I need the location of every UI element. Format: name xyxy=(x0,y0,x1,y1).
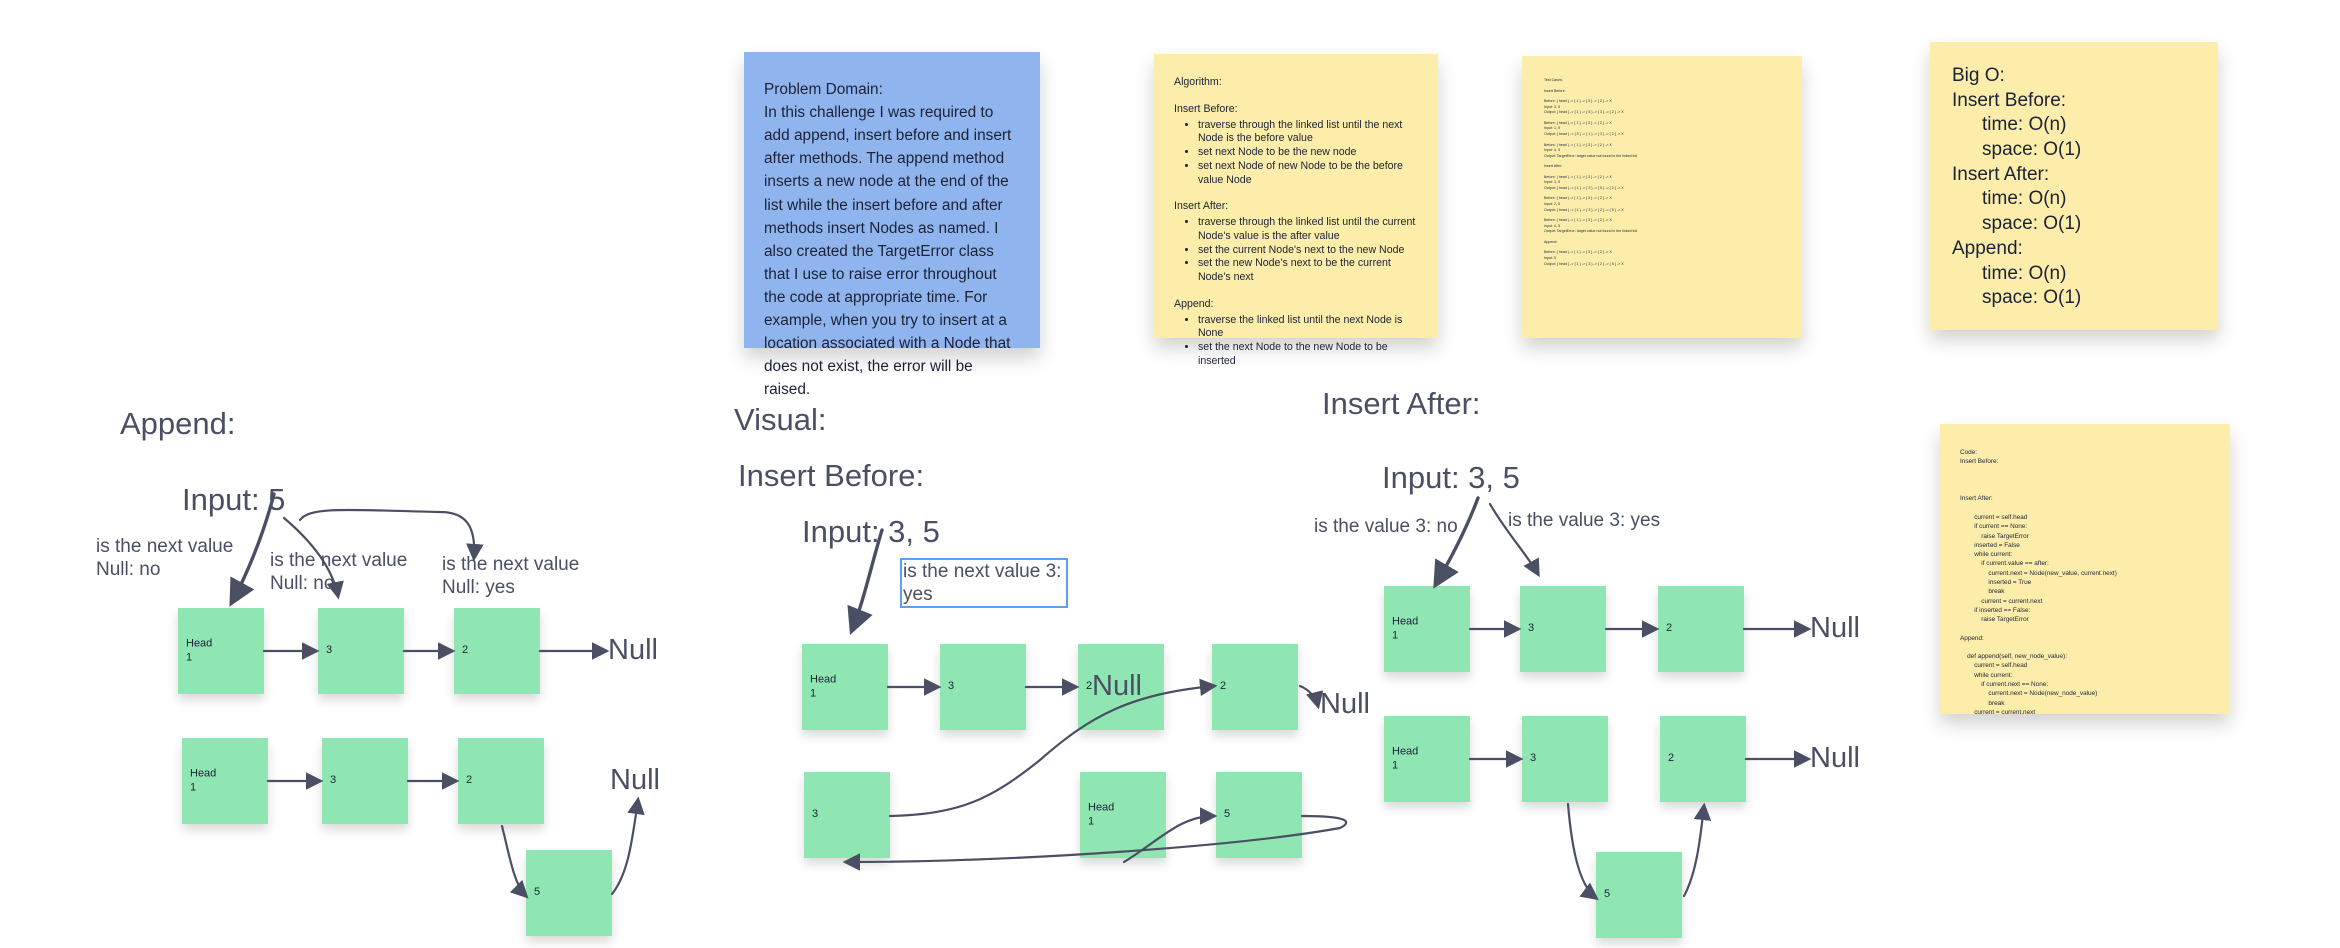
node-value: Head 1 xyxy=(810,673,837,699)
arrow xyxy=(610,796,645,896)
node-value: 2 xyxy=(462,644,469,657)
arrow xyxy=(1433,496,1480,589)
algorithm-step: traverse through the linked list until t… xyxy=(1198,216,1418,244)
append-note-2: is the next value Null: no xyxy=(270,550,408,594)
append-null-2: Null xyxy=(610,764,660,796)
big-o-line: space: O(1) xyxy=(1982,213,2082,235)
before-null: Null xyxy=(1320,688,1370,720)
algorithm-step: set the next Node to the new Node to be … xyxy=(1198,341,1418,369)
node-value: 3 xyxy=(948,680,955,693)
append-note-3: is the next value Null: yes xyxy=(442,554,580,598)
node-value: 5 xyxy=(534,886,541,899)
algorithm-step: set the current Node's next to the new N… xyxy=(1198,244,1418,258)
after-node-3[interactable]: 3 xyxy=(1520,586,1606,672)
algorithm-step: set next Node to be the new node xyxy=(1198,146,1418,160)
algorithm-section-title: Append: xyxy=(1174,297,1214,310)
append-input: Input: 5 xyxy=(182,482,286,517)
big-o-line: Insert After: xyxy=(1952,163,2050,185)
big-o-line: Insert Before: xyxy=(1952,89,2067,111)
before-node-head[interactable]: Head 1 xyxy=(802,644,888,730)
algorithm-section-title: Insert Before: xyxy=(1174,102,1238,115)
test-case-line: Output: { head } -> { 1 } -> { 3 } -> { … xyxy=(1544,261,1624,266)
node-value: Head 1 xyxy=(190,767,217,793)
algorithm-section-title: Insert After: xyxy=(1174,200,1229,213)
algorithm-step: set next Node of new Node to be the befo… xyxy=(1198,160,1418,188)
after-node-head[interactable]: Head 1 xyxy=(1384,586,1470,672)
algorithm-step: set the new Node's next to be the curren… xyxy=(1198,257,1418,285)
node-value: 5 xyxy=(1224,808,1231,821)
node-value: Head 1 xyxy=(1392,615,1419,641)
arrow xyxy=(1566,802,1599,901)
append-node-5[interactable]: 5 xyxy=(526,850,612,936)
after-node-5[interactable]: 5 xyxy=(1596,852,1682,938)
algorithm-section: Insert After: traverse through the linked… xyxy=(1174,200,1418,285)
node-value: 3 xyxy=(812,808,819,821)
insert-before-title: Insert Before: xyxy=(738,458,925,493)
append-node-2-2[interactable]: 2 xyxy=(458,738,544,824)
algorithm-step: traverse through the linked list until t… xyxy=(1198,119,1418,147)
algorithm-section: Insert Before: traverse through the linke… xyxy=(1174,103,1418,188)
append-node-3[interactable]: 3 xyxy=(318,608,404,694)
code-note[interactable]: Code: Insert Before: Insert After: curre… xyxy=(1940,424,2230,716)
node-value: 2 xyxy=(1668,752,1675,765)
arrow xyxy=(1298,684,1324,710)
append-title: Append: xyxy=(120,406,236,441)
node-value: Head 1 xyxy=(1088,801,1115,827)
before-node-3-2[interactable]: 3 xyxy=(804,772,890,858)
insert-before-note: is the next value 3: yes xyxy=(903,561,1062,605)
insert-after-note-2: is the value 3: yes xyxy=(1508,510,1661,531)
append-node-head-2[interactable]: Head 1 xyxy=(182,738,268,824)
after-null-1: Null xyxy=(1810,612,1860,644)
big-o-line: time: O(n) xyxy=(1982,188,2067,210)
node-value: 3 xyxy=(1530,752,1537,765)
append-node-head[interactable]: Head 1 xyxy=(178,608,264,694)
insert-after-title: Insert After: xyxy=(1322,386,1481,421)
insert-before-input: Input: 3, 5 xyxy=(802,514,940,549)
problem-domain-heading: Problem Domain: xyxy=(764,81,883,98)
after-node-head-2[interactable]: Head 1 xyxy=(1384,716,1470,802)
algorithm-section: Append: traverse the linked list until th… xyxy=(1174,298,1418,369)
node-value: Head 1 xyxy=(1392,745,1419,771)
algorithm-heading: Algorithm: xyxy=(1174,76,1222,88)
problem-domain-note[interactable]: Problem Domain: In this challenge I was … xyxy=(744,52,1040,398)
big-o-heading: Big O: xyxy=(1952,65,2005,86)
before-node-2b[interactable]: 2 xyxy=(1212,644,1298,730)
problem-domain-body: In this challenge I was required to add … xyxy=(764,104,1012,399)
visual-title: Visual: xyxy=(734,402,827,437)
node-value: 5 xyxy=(1604,888,1611,901)
append-node-3-2[interactable]: 3 xyxy=(322,738,408,824)
node-value: 2 xyxy=(466,774,473,787)
after-null-2: Null xyxy=(1810,742,1860,774)
after-node-2-2[interactable]: 2 xyxy=(1660,716,1746,802)
insert-after-input: Input: 3, 5 xyxy=(1382,460,1520,495)
insert-after-note-1: is the value 3: no xyxy=(1314,516,1458,537)
arrow xyxy=(1682,802,1712,898)
big-o-line: space: O(1) xyxy=(1982,139,2082,161)
algorithm-note[interactable]: Algorithm: Insert Before: traverse throug… xyxy=(1154,54,1438,367)
node-value: 3 xyxy=(326,644,333,657)
big-o-line: time: O(n) xyxy=(1982,262,2067,284)
node-value: 3 xyxy=(1528,622,1535,635)
big-o-note[interactable]: Big O: Insert Before: time: O(n) space: O(… xyxy=(1930,42,2218,330)
big-o-line: time: O(n) xyxy=(1982,114,2067,136)
big-o-line: Append: xyxy=(1952,237,2023,259)
before-node-head-2[interactable]: Head 1 xyxy=(1080,772,1166,858)
node-value: 3 xyxy=(330,774,337,787)
after-node-2[interactable]: 2 xyxy=(1658,586,1744,672)
big-o-line: space: O(1) xyxy=(1982,287,2082,309)
arrow xyxy=(500,824,529,899)
node-value: 2 xyxy=(1666,622,1673,635)
append-node-2[interactable]: 2 xyxy=(454,608,540,694)
test-cases-note[interactable]: Test Cases: Insert Before: Before: { head … xyxy=(1522,56,1802,338)
node-value: 2 xyxy=(1220,680,1227,693)
after-node-3-2[interactable]: 3 xyxy=(1522,716,1608,802)
append-note-1: is the next value Null: no xyxy=(96,536,234,580)
append-null-1: Null xyxy=(608,634,658,666)
algorithm-step: traverse the linked list until the next … xyxy=(1198,314,1418,342)
before-node-5[interactable]: 5 xyxy=(1216,772,1302,858)
node-value: Head 1 xyxy=(186,637,213,663)
before-node-3[interactable]: 3 xyxy=(940,644,1026,730)
before-overlay-null: Null xyxy=(1092,670,1142,702)
